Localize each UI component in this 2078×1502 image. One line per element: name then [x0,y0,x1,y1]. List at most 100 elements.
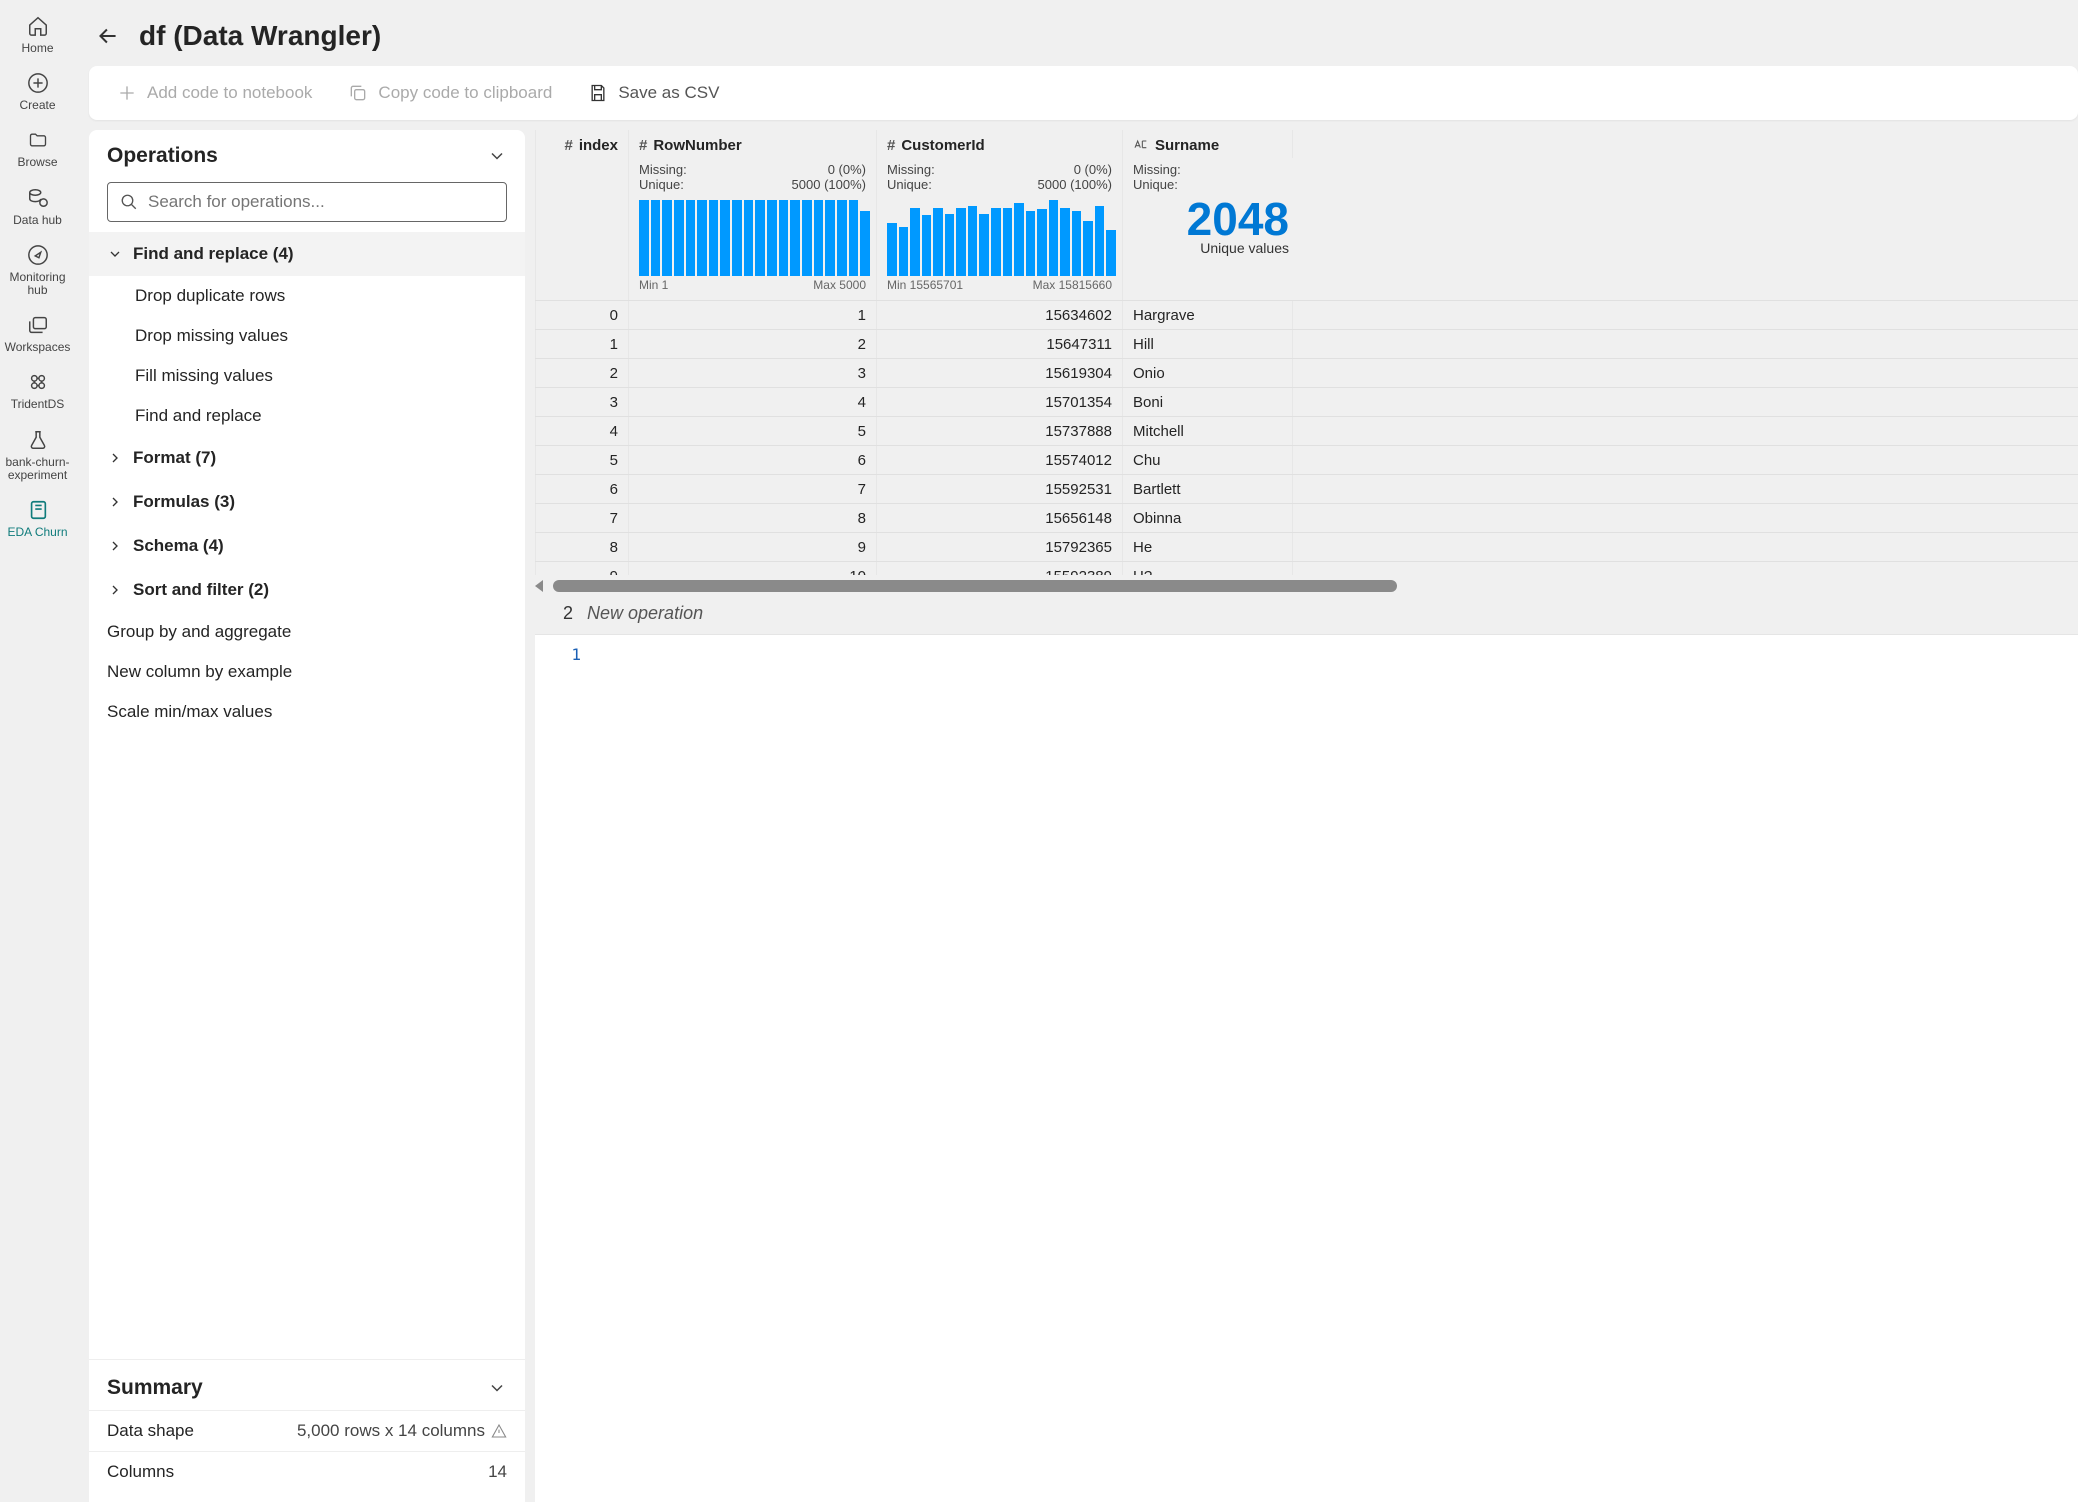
copy-code-button[interactable]: Copy code to clipboard [348,83,552,103]
table-row[interactable]: 3415701354Boni [535,387,2078,416]
nav-item-datahub[interactable]: Data hub [4,180,72,233]
cell-customerid: 15619304 [877,359,1123,387]
summary-value: 14 [488,1462,507,1482]
nav-item-bank-churn[interactable]: bank-churn-experiment [4,422,72,488]
table-row[interactable]: 8915792365He [535,532,2078,561]
horizontal-scrollbar[interactable] [535,579,2078,593]
save-csv-button[interactable]: Save as CSV [588,83,719,103]
histogram-bar [674,200,684,276]
op-fill-missing[interactable]: Fill missing values [89,356,525,396]
col-header-rownumber[interactable]: #RowNumber [629,130,877,158]
cell-rownumber: 7 [629,475,877,503]
group-formulas[interactable]: Formulas (3) [89,480,525,524]
button-label: Save as CSV [618,83,719,103]
button-label: Copy code to clipboard [378,83,552,103]
nav-label: Create [19,99,55,112]
scroll-left-icon [535,580,543,592]
cell-index: 1 [535,330,629,358]
beaker-icon [27,428,49,452]
table-row[interactable]: 5615574012Chu [535,445,2078,474]
brain-icon [27,370,49,394]
nav-item-monitoring[interactable]: Monitoring hub [4,237,72,303]
plus-icon [117,83,137,103]
cell-surname: Hargrave [1123,301,1293,329]
editor-body[interactable] [591,635,2078,1502]
nav-label: EDA Churn [7,526,67,539]
col-header-customerid[interactable]: #CustomerId [877,130,1123,158]
cell-customerid: 15634602 [877,301,1123,329]
editor-gutter: 1 [535,635,591,1502]
nav-item-browse[interactable]: Browse [4,122,72,175]
nav-label: Data hub [13,214,62,227]
col-header-surname[interactable]: Surname [1123,130,1293,158]
table-row[interactable]: 6715592531Bartlett [535,474,2078,503]
histogram-bar [922,215,932,276]
cell-surname: He [1123,533,1293,561]
nav-item-home[interactable]: Home [4,8,72,61]
cell-index: 6 [535,475,629,503]
table-row[interactable]: 7815656148Obinna [535,503,2078,532]
op-find-replace[interactable]: Find and replace [89,396,525,436]
histogram-bar [968,206,978,276]
compass-icon [27,243,49,267]
cell-surname: Hill [1123,330,1293,358]
histogram-bar [837,200,847,276]
group-sort-filter[interactable]: Sort and filter (2) [89,568,525,612]
table-row[interactable]: 4515737888Mitchell [535,416,2078,445]
op-scale-minmax[interactable]: Scale min/max values [89,692,525,732]
group-schema[interactable]: Schema (4) [89,524,525,568]
group-format[interactable]: Format (7) [89,436,525,480]
histogram-bar [849,200,859,276]
nav-item-workspaces[interactable]: Workspaces [4,307,72,360]
op-group-by[interactable]: Group by and aggregate [89,612,525,652]
operations-search[interactable] [107,182,507,222]
table-row[interactable]: 91015592389H? [535,561,2078,575]
add-code-button[interactable]: Add code to notebook [117,83,312,103]
cell-customerid: 15656148 [877,504,1123,532]
histogram-bar [887,223,897,276]
unique-count-surname: 2048 Unique values [1123,196,1293,276]
nav-item-tridentds[interactable]: TridentDS [4,364,72,417]
new-operation-header: 2 New operation [535,593,2078,630]
text-type-icon [1133,138,1149,152]
nav-item-eda-churn[interactable]: EDA Churn [4,492,72,545]
nav-label: Workspaces [5,341,71,354]
op-drop-missing[interactable]: Drop missing values [89,316,525,356]
save-icon [588,83,608,103]
group-find-replace[interactable]: Find and replace (4) [89,232,525,276]
histogram-bar [709,200,719,276]
cell-surname: Onio [1123,359,1293,387]
search-input[interactable] [148,192,494,212]
database-icon [27,186,49,210]
nav-item-create[interactable]: Create [4,65,72,118]
back-button[interactable] [95,23,121,49]
histogram-bar [1026,211,1036,276]
histogram-bar [1037,209,1047,276]
nav-label: Home [21,42,53,55]
scroll-thumb[interactable] [553,580,1397,592]
histogram-bar [1072,211,1082,276]
cell-customerid: 15574012 [877,446,1123,474]
summary-value: 5,000 rows x 14 columns [297,1421,485,1441]
op-drop-duplicate[interactable]: Drop duplicate rows [89,276,525,316]
histogram-bar [979,214,989,276]
table-row[interactable]: 0115634602Hargrave [535,300,2078,329]
plus-circle-icon [27,71,49,95]
summary-collapse[interactable] [487,1378,507,1398]
histogram-bar [910,208,920,276]
cell-surname: Bartlett [1123,475,1293,503]
home-icon [27,14,49,38]
toolbar: Add code to notebook Copy code to clipbo… [89,66,2078,120]
operations-collapse[interactable] [487,146,507,166]
table-row[interactable]: 1215647311Hill [535,329,2078,358]
table-row[interactable]: 2315619304Onio [535,358,2078,387]
histogram-bar [686,200,696,276]
code-editor[interactable]: 1 [535,634,2078,1502]
chevron-right-icon [107,538,123,554]
op-new-column-example[interactable]: New column by example [89,652,525,692]
summary-title: Summary [107,1376,203,1400]
col-header-index[interactable]: #index [535,130,629,158]
histogram-bar [1095,206,1105,276]
group-label: Sort and filter (2) [133,580,269,600]
stats-surname: Missing: Unique: [1123,158,1293,196]
